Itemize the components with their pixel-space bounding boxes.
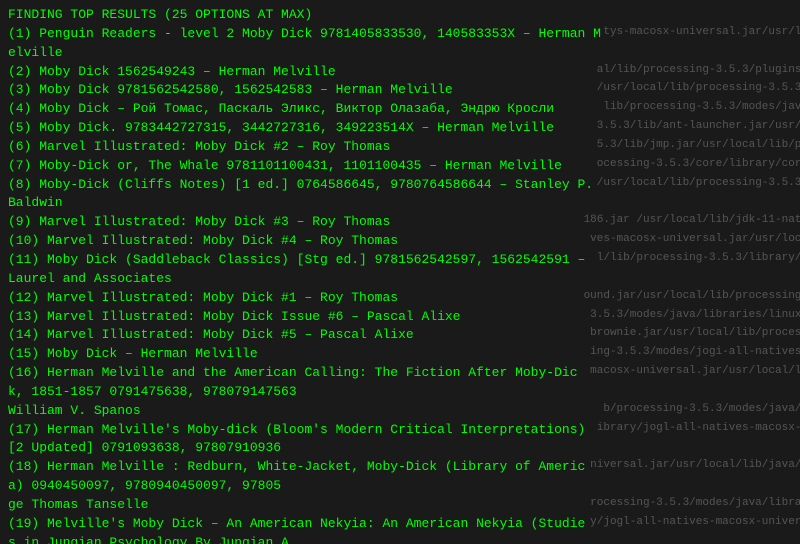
terminal-right-text: ound.jar/usr/local/lib/processing- [584,289,800,308]
terminal-left-text: (9) Marvel Illustrated: Moby Dick #3 – R… [8,213,584,232]
terminal-right-text: 3.5.3/modes/java/libraries/linux- [590,308,800,327]
terminal-right-text: brownie.jar/usr/local/lib/process [590,326,800,345]
terminal-line: (19) Melville's Moby Dick – An American … [8,515,800,544]
terminal-line: (6) Marvel Illustrated: Moby Dick #2 – R… [8,138,800,157]
terminal-left-text: FINDING TOP RESULTS (25 OPTIONS AT MAX) [8,6,800,25]
terminal-right-text: l/lib/processing-3.5.3/library/s [597,251,800,289]
terminal-left-text: (7) Moby-Dick or, The Whale 978110110043… [8,157,597,176]
terminal-line: (9) Marvel Illustrated: Moby Dick #3 – R… [8,213,800,232]
terminal-line: (11) Moby Dick (Saddleback Classics) [St… [8,251,800,289]
terminal-left-text: (16) Herman Melville and the American Ca… [8,364,590,402]
terminal-right-text: /usr/local/lib/processing-3.5.3/ [597,176,800,214]
terminal-line: (5) Moby Dick. 9783442727315, 3442727316… [8,119,800,138]
terminal-right-text: b/processing-3.5.3/modes/java/l [603,402,800,421]
terminal-line: (15) Moby Dick – Herman Melvilleing-3.5.… [8,345,800,364]
terminal-line: (10) Marvel Illustrated: Moby Dick #4 – … [8,232,800,251]
terminal-right-text: /usr/local/lib/processing-3.5.3/ [597,81,800,100]
terminal-right-text: ocessing-3.5.3/core/library/core [597,157,800,176]
terminal-left-text: William V. Spanos [8,402,603,421]
terminal-right-text: ing-3.5.3/modes/jogi-all-natives- [590,345,800,364]
terminal-right-text: 5.3/lib/jmp.jar/usr/local/lib/pr [597,138,800,157]
terminal-right-text: tys-macosx-universal.jar/usr/lo [603,25,800,63]
terminal-window: FINDING TOP RESULTS (25 OPTIONS AT MAX)(… [0,0,800,544]
terminal-left-text: (13) Marvel Illustrated: Moby Dick Issue… [8,308,590,327]
terminal-line: (8) Moby-Dick (Cliffs Notes) [1 ed.] 076… [8,176,800,214]
terminal-right-text: macosx-universal.jar/usr/local/li [590,364,800,402]
terminal-left-text: ge Thomas Tanselle [8,496,590,515]
terminal-right-text: 3.5.3/lib/ant-launcher.jar/usr/l [597,119,800,138]
terminal-left-text: (6) Marvel Illustrated: Moby Dick #2 – R… [8,138,597,157]
terminal-left-text: (12) Marvel Illustrated: Moby Dick #1 – … [8,289,584,308]
terminal-right-text: lib/processing-3.5.3/modes/java [603,100,800,119]
terminal-line: (3) Moby Dick 9781562542580, 1562542583 … [8,81,800,100]
terminal-left-text: (10) Marvel Illustrated: Moby Dick #4 – … [8,232,590,251]
terminal-right-text: ves-macosx-universal.jar/usr/loca [590,232,800,251]
terminal-left-text: (3) Moby Dick 9781562542580, 1562542583 … [8,81,597,100]
terminal-left-text: (8) Moby-Dick (Cliffs Notes) [1 ed.] 076… [8,176,597,214]
terminal-left-text: (19) Melville's Moby Dick – An American … [8,515,590,544]
terminal-line: (14) Marvel Illustrated: Moby Dick #5 – … [8,326,800,345]
terminal-left-text: (2) Moby Dick 1562549243 – Herman Melvil… [8,63,597,82]
terminal-right-text: rocessing-3.5.3/modes/java/librar [590,496,800,515]
terminal-left-text: (14) Marvel Illustrated: Moby Dick #5 – … [8,326,590,345]
terminal-line: (4) Moby Dick – Рой Томас, Паскаль Эликс… [8,100,800,119]
terminal-left-text: (18) Herman Melville : Redburn, White-Ja… [8,458,590,496]
terminal-right-text: y/jogl-all-natives-macosx-univers [590,515,800,544]
terminal-line: (2) Moby Dick 1562549243 – Herman Melvil… [8,63,800,82]
terminal-line: (18) Herman Melville : Redburn, White-Ja… [8,458,800,496]
terminal-line: William V. Spanosb/processing-3.5.3/mode… [8,402,800,421]
terminal-left-text: (15) Moby Dick – Herman Melville [8,345,590,364]
terminal-line: (13) Marvel Illustrated: Moby Dick Issue… [8,308,800,327]
terminal-left-text: (17) Herman Melville's Moby-dick (Bloom'… [8,421,597,459]
terminal-line: (12) Marvel Illustrated: Moby Dick #1 – … [8,289,800,308]
terminal-line: (7) Moby-Dick or, The Whale 978110110043… [8,157,800,176]
terminal-right-text: niversal.jar/usr/local/lib/java/p [590,458,800,496]
terminal-left-text: (11) Moby Dick (Saddleback Classics) [St… [8,251,597,289]
terminal-right-text: al/lib/processing-3.5.3/plugins/ [597,63,800,82]
terminal-line: ge Thomas Tansellerocessing-3.5.3/modes/… [8,496,800,515]
terminal-right-text: ibrary/jogl-all-natives-macosx-u [597,421,800,459]
terminal-left-text: (5) Moby Dick. 9783442727315, 3442727316… [8,119,597,138]
terminal-line: (17) Herman Melville's Moby-dick (Bloom'… [8,421,800,459]
terminal-line: (1) Penguin Readers - level 2 Moby Dick … [8,25,800,63]
terminal-left-text: (1) Penguin Readers - level 2 Moby Dick … [8,25,603,63]
terminal-right-text: 186.jar /usr/local/lib/jdk-11-nati [584,213,800,232]
terminal-line: (16) Herman Melville and the American Ca… [8,364,800,402]
terminal-line: FINDING TOP RESULTS (25 OPTIONS AT MAX) [8,6,800,25]
terminal-left-text: (4) Moby Dick – Рой Томас, Паскаль Эликс… [8,100,603,119]
